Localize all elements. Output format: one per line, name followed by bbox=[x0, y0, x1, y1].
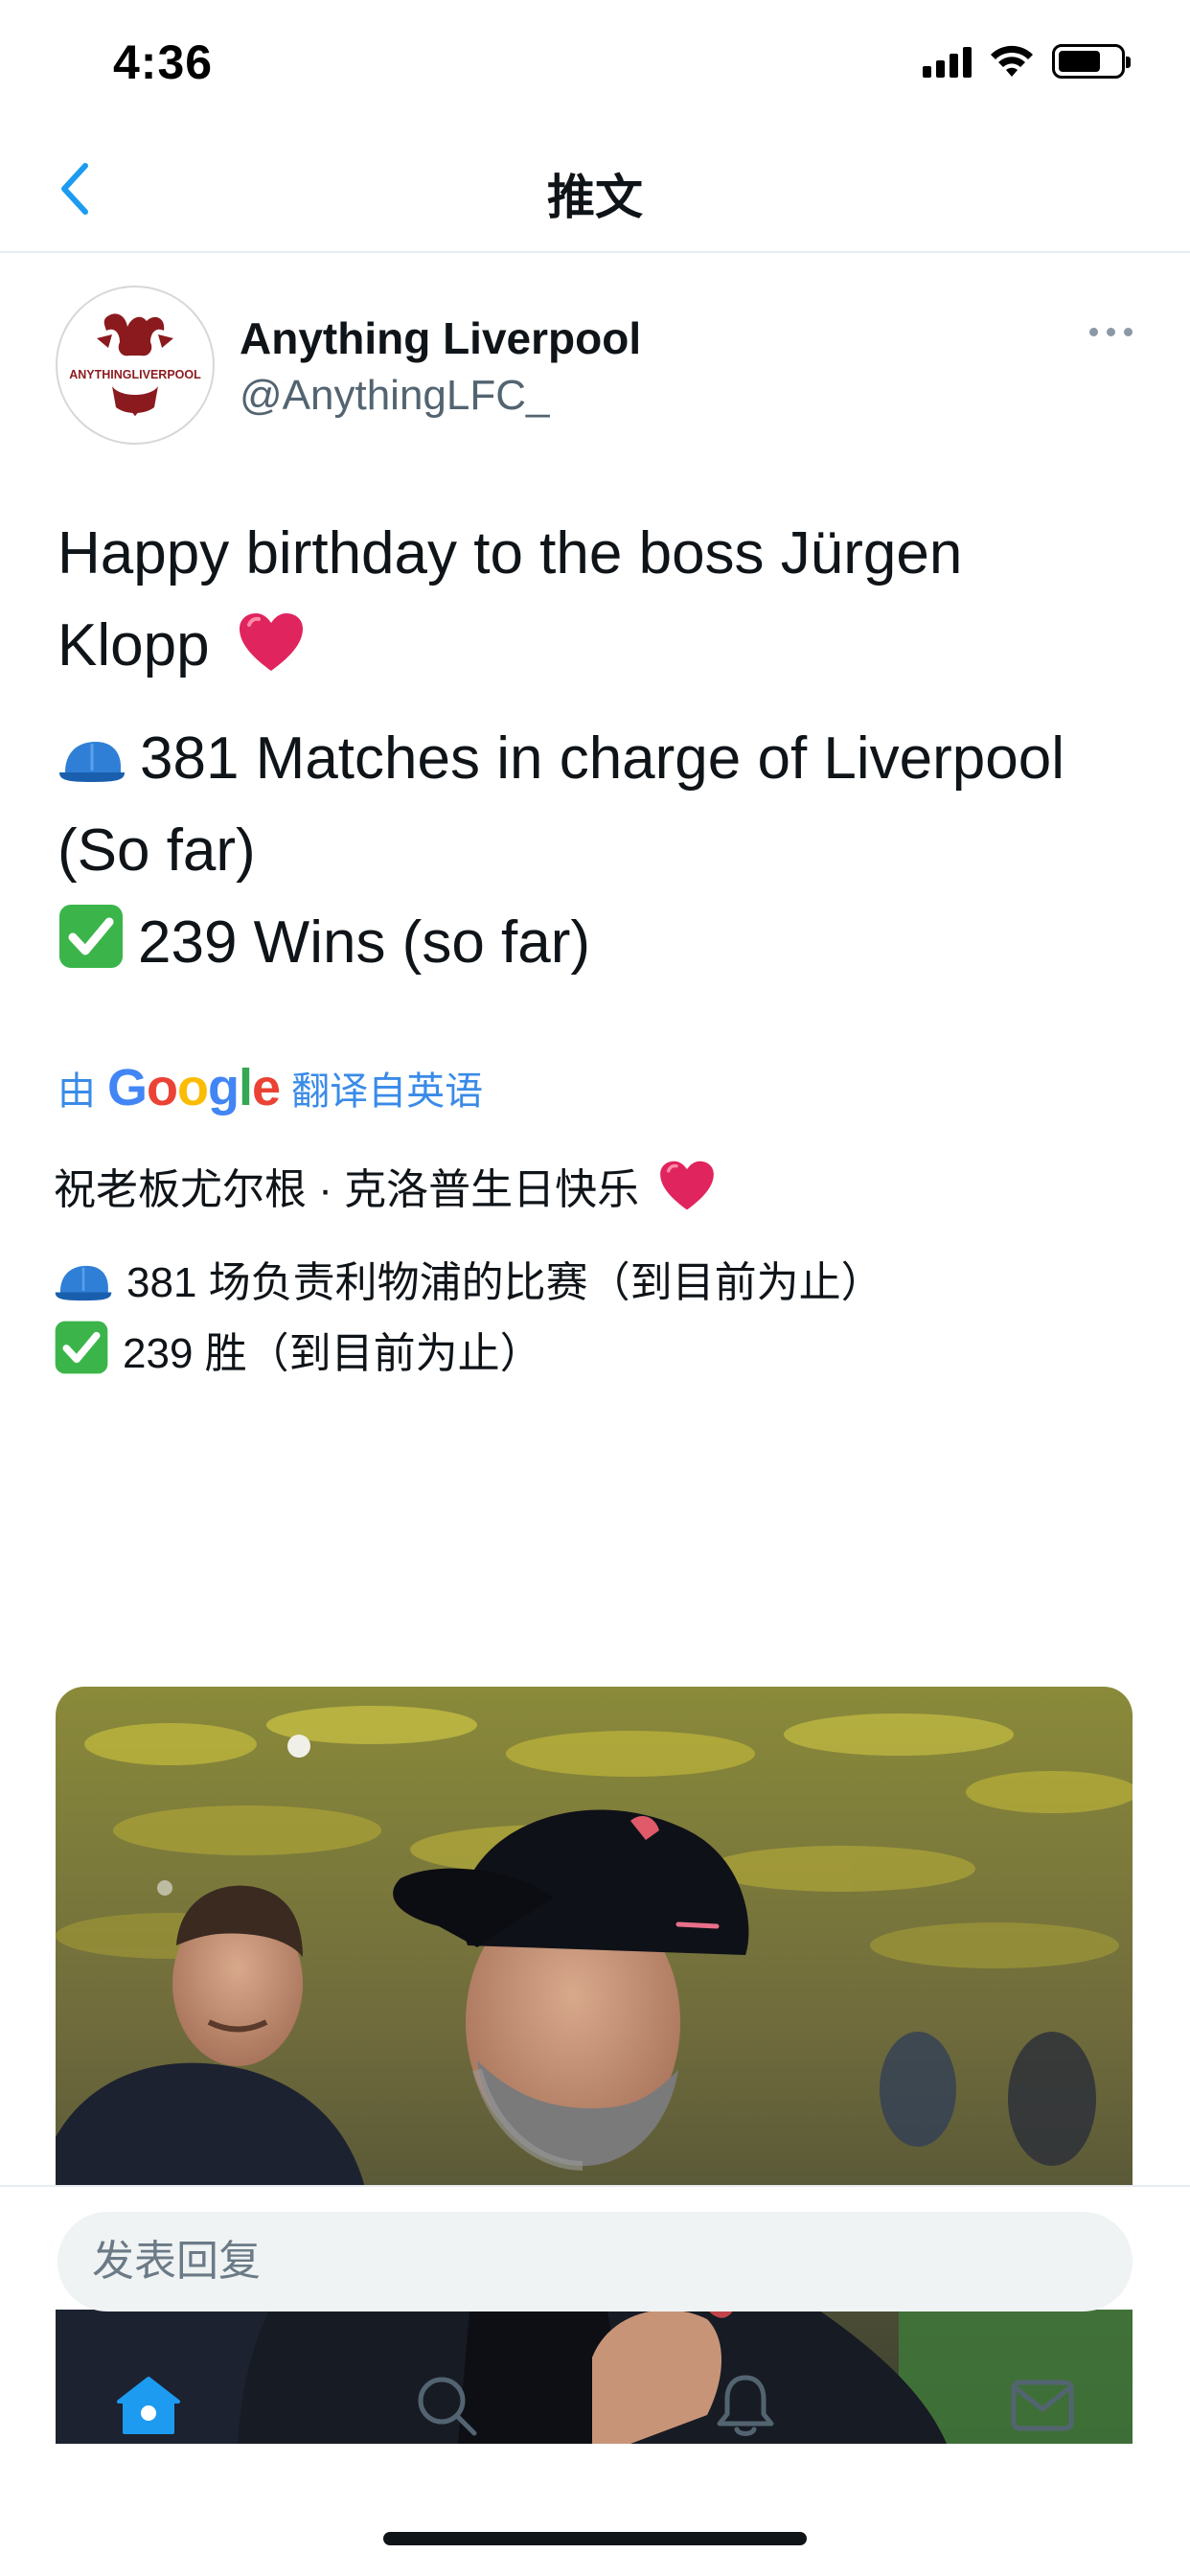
avatar[interactable]: ANYTHINGLIVERPOOL bbox=[56, 286, 215, 445]
translated-line: 381 场负责利物浦的比赛（到目前为止） bbox=[126, 1259, 883, 1306]
user-handle[interactable]: @AnythingLFC_ bbox=[240, 372, 550, 420]
tweet-line: 381 Matches in charge of Liverpool bbox=[140, 725, 1065, 792]
reply-bar bbox=[0, 2185, 1190, 2312]
heart-icon bbox=[239, 613, 303, 671]
translated-line: 祝老板尤尔根 · 克洛普生日快乐 bbox=[54, 1166, 640, 1213]
battery-icon bbox=[1052, 44, 1131, 79]
translated-line: 239 胜（到目前为止） bbox=[123, 1330, 542, 1377]
heart-icon bbox=[660, 1161, 715, 1210]
mail-icon bbox=[1011, 2380, 1074, 2431]
translation-attribution[interactable]: 由 Google 翻译自英语 bbox=[57, 1058, 483, 1117]
dot-icon bbox=[1089, 328, 1098, 336]
tab-home[interactable] bbox=[110, 2367, 187, 2444]
svg-text:ANYTHINGLIVERPOOL: ANYTHINGLIVERPOOL bbox=[69, 368, 201, 381]
tweet-text: Happy birthday to the boss Jürgen Klopp … bbox=[57, 508, 1140, 1010]
search-icon bbox=[418, 2377, 477, 2436]
check-mark-icon bbox=[59, 905, 123, 968]
check-mark-icon bbox=[55, 1321, 108, 1374]
home-icon bbox=[117, 2377, 180, 2434]
status-bar: 4:36 bbox=[0, 0, 1190, 126]
cellular-signal-icon bbox=[923, 45, 972, 78]
reply-input[interactable] bbox=[57, 2212, 1133, 2312]
translate-suffix: 翻译自英语 bbox=[291, 1070, 484, 1113]
liverbird-logo: ANYTHINGLIVERPOOL bbox=[60, 290, 210, 440]
tab-search[interactable] bbox=[408, 2367, 485, 2444]
tweet-line: Klopp bbox=[57, 612, 210, 678]
dot-icon bbox=[1124, 328, 1133, 336]
dot-icon bbox=[1107, 328, 1115, 336]
wifi-icon bbox=[991, 45, 1033, 77]
blue-cap-icon bbox=[59, 742, 125, 782]
tab-bar bbox=[0, 2329, 1190, 2453]
page-title: 推文 bbox=[547, 171, 643, 224]
navigation-bar: 推文 bbox=[0, 126, 1190, 253]
translated-text: 祝老板尤尔根 · 克洛普生日快乐 381 场负责利物浦的比赛（到目前为止） 23… bbox=[54, 1150, 1136, 1390]
tab-messages[interactable] bbox=[1004, 2367, 1081, 2444]
tweet-line: (So far) bbox=[57, 817, 256, 884]
translate-prefix: 由 bbox=[57, 1070, 96, 1113]
more-options-button[interactable] bbox=[1089, 328, 1133, 336]
blue-cap-icon bbox=[55, 1265, 112, 1301]
status-icons bbox=[923, 44, 1131, 79]
tweet-line: 239 Wins (so far) bbox=[138, 909, 591, 976]
tweet-line: Happy birthday to the boss Jürgen bbox=[57, 520, 963, 586]
home-indicator bbox=[383, 2532, 807, 2545]
bell-icon bbox=[717, 2375, 774, 2436]
display-name[interactable]: Anything Liverpool bbox=[240, 312, 641, 364]
tab-notifications[interactable] bbox=[707, 2367, 784, 2444]
status-time: 4:36 bbox=[113, 35, 214, 89]
google-logo: Google bbox=[107, 1059, 281, 1116]
